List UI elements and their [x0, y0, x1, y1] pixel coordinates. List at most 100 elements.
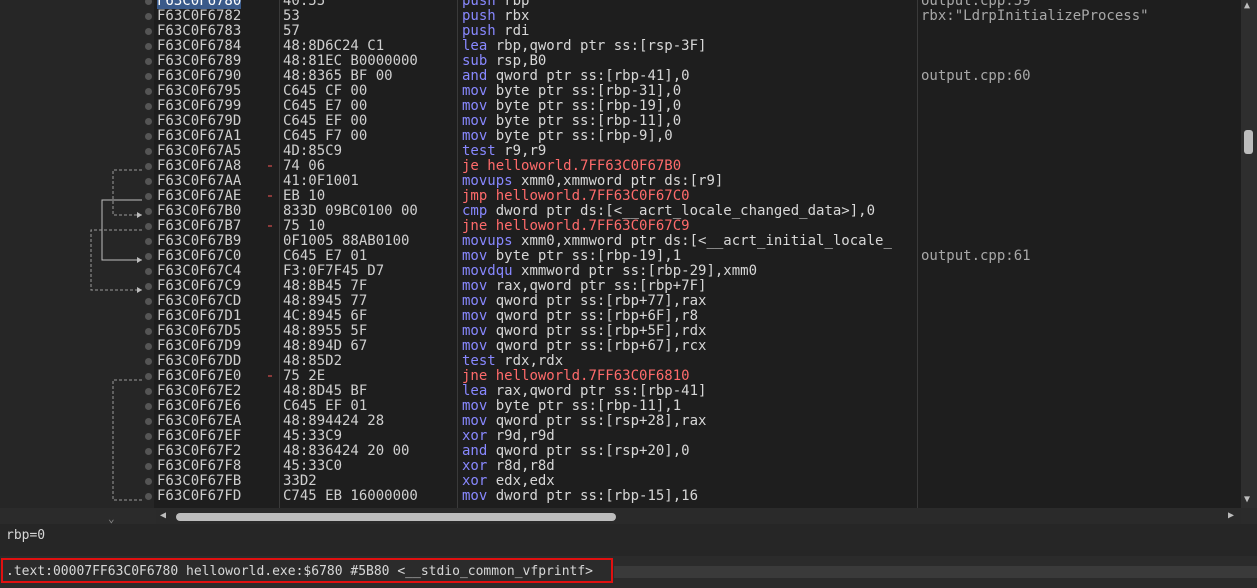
horizontal-scrollbar-thumb[interactable]	[176, 513, 616, 521]
breakpoint-dot-icon[interactable]	[145, 268, 152, 275]
instruction-address: F63C0F67AE	[157, 188, 242, 204]
breakpoint-dot-icon[interactable]	[145, 178, 152, 185]
instruction-row[interactable]: F63C0F6789 48:81EC B0000000 sub rsp,B0	[0, 54, 1240, 69]
breakpoint-dot-icon[interactable]	[145, 163, 152, 170]
instruction-row[interactable]: F63C0F67B7 75 10 jne helloworld.7FF63C0F67…	[0, 219, 1240, 234]
instruction-row[interactable]: F63C0F679D C645 EF 00 mov byte ptr ss:[rbp…	[0, 114, 1240, 129]
breakpoint-dot-icon[interactable]	[145, 193, 152, 200]
instruction-mnemonic: lea	[462, 38, 488, 54]
instruction-bytes: EB 10	[283, 188, 326, 204]
instruction-row[interactable]: F63C0F67AE EB 10 jmp helloworld.7FF63C0F67…	[0, 189, 1240, 204]
instruction-row[interactable]: F63C0F67D9 48:894D 67 mov qword ptr ss:[rb…	[0, 339, 1240, 354]
instruction-operands: byte ptr ss:[rbp-9],0	[495, 128, 673, 144]
breakpoint-dot-icon[interactable]	[145, 88, 152, 95]
instruction-row[interactable]: F63C0F6795 C645 CF 00 mov byte ptr ss:[rbp…	[0, 84, 1240, 99]
breakpoint-dot-icon[interactable]	[145, 103, 152, 110]
breakpoint-dot-icon[interactable]	[145, 343, 152, 350]
instruction-row[interactable]: F63C0F67D5 48:8955 5F mov qword ptr ss:[rb…	[0, 324, 1240, 339]
breakpoint-dot-icon[interactable]	[145, 283, 152, 290]
breakpoint-dot-icon[interactable]	[145, 418, 152, 425]
jump-marker-icon	[268, 375, 272, 377]
instruction-text: and qword ptr ss:[rsp+20],0	[462, 444, 690, 459]
instruction-mnemonic: lea	[462, 383, 488, 399]
breakpoint-dot-icon[interactable]	[145, 73, 152, 80]
instruction-row[interactable]: F63C0F67CD 48:8945 77 mov qword ptr ss:[rb…	[0, 294, 1240, 309]
vertical-scrollbar-thumb[interactable]	[1244, 130, 1253, 154]
instruction-row[interactable]: F63C0F67D1 4C:8945 6F mov qword ptr ss:[rb…	[0, 309, 1240, 324]
instruction-row[interactable]: F63C0F6790 48:8365 BF 00 and qword ptr ss:…	[0, 69, 1240, 84]
breakpoint-dot-icon[interactable]	[145, 313, 152, 320]
instruction-row[interactable]: F63C0F67E6 C645 EF 01 mov byte ptr ss:[rbp…	[0, 399, 1240, 414]
instruction-mnemonic: mov	[462, 323, 488, 339]
instruction-row[interactable]: F63C0F67A1 C645 F7 00 mov byte ptr ss:[rbp…	[0, 129, 1240, 144]
breakpoint-dot-icon[interactable]	[145, 403, 152, 410]
instruction-row[interactable]: F63C0F67B0 833D 09BC0100 00 cmp dword ptr …	[0, 204, 1240, 219]
instruction-operands: qword ptr ss:[rbp+5F],rdx	[495, 323, 707, 339]
breakpoint-dot-icon[interactable]	[145, 238, 152, 245]
instruction-bytes: C645 F7 00	[283, 128, 368, 144]
breakpoint-dot-icon[interactable]	[145, 373, 152, 380]
instruction-row[interactable]: F63C0F67EA 48:894424 28 mov qword ptr ss:[…	[0, 414, 1240, 429]
instruction-row[interactable]: F63C0F67A8 74 06 je helloworld.7FF63C0F67B…	[0, 159, 1240, 174]
breakpoint-dot-icon[interactable]	[145, 298, 152, 305]
instruction-row[interactable]: F63C0F67C0 C645 E7 01 mov byte ptr ss:[rbp…	[0, 249, 1240, 264]
instruction-address: F63C0F67F2	[157, 443, 242, 459]
instruction-bytes: 45:33C0	[283, 458, 343, 474]
instruction-bytes: 48:81EC B0000000	[283, 53, 418, 69]
instruction-mnemonic: mov	[462, 308, 488, 324]
breakpoint-dot-icon[interactable]	[145, 388, 152, 395]
instruction-row[interactable]: F63C0F67AA 41:0F1001 movups xmm0,xmmword p…	[0, 174, 1240, 189]
instruction-address: F63C0F67DD	[157, 353, 242, 369]
breakpoint-dot-icon[interactable]	[145, 13, 152, 20]
breakpoint-dot-icon[interactable]	[145, 223, 152, 230]
instruction-row[interactable]: F63C0F6799 C645 E7 00 mov byte ptr ss:[rbp…	[0, 99, 1240, 114]
vertical-scrollbar[interactable]	[1241, 0, 1257, 508]
breakpoint-dot-icon[interactable]	[145, 118, 152, 125]
info-panel-text: rbp=0	[6, 528, 46, 543]
instruction-row[interactable]: F63C0F67F2 48:836424 20 00 and qword ptr s…	[0, 444, 1240, 459]
instruction-row[interactable]: F63C0F67FB 33D2 xor edx,edx	[0, 474, 1240, 489]
instruction-row[interactable]: F63C0F67FD C745 EB 16000000 mov dword ptr …	[0, 489, 1240, 504]
breakpoint-dot-icon[interactable]	[145, 463, 152, 470]
breakpoint-dot-icon[interactable]	[145, 433, 152, 440]
scroll-left-arrow-icon[interactable]: ◀	[160, 510, 166, 521]
breakpoint-dot-icon[interactable]	[145, 358, 152, 365]
scroll-up-arrow-icon[interactable]: ▲	[1244, 0, 1250, 11]
instruction-row[interactable]: F63C0F6783 57 push rdi	[0, 24, 1240, 39]
instruction-row[interactable]: F63C0F67E0 75 2E jne helloworld.7FF63C0F68…	[0, 369, 1240, 384]
instruction-address: F63C0F67A5	[157, 143, 242, 159]
breakpoint-dot-icon[interactable]	[145, 478, 152, 485]
instruction-row[interactable]: F63C0F6782 53 push rbx rbx:"LdrpInitializeP…	[0, 9, 1240, 24]
breakpoint-dot-icon[interactable]	[145, 208, 152, 215]
instruction-row[interactable]: F63C0F67DD 48:85D2 test rdx,rdx	[0, 354, 1240, 369]
instruction-address: F63C0F67C4	[157, 263, 242, 279]
instruction-text: mov qword ptr ss:[rbp+6F],r8	[462, 309, 698, 324]
breakpoint-dot-icon[interactable]	[145, 493, 152, 500]
disassembly-view[interactable]: F63C0F6780 40:55 push rbp output.cpp:59 F63C…	[0, 0, 1257, 508]
instruction-row[interactable]: F63C0F67EF 45:33C9 xor r9d,r9d	[0, 429, 1240, 444]
breakpoint-dot-icon[interactable]	[145, 148, 152, 155]
instruction-address: F63C0F67E6	[157, 398, 242, 414]
breakpoint-dot-icon[interactable]	[145, 133, 152, 140]
breakpoint-dot-icon[interactable]	[145, 448, 152, 455]
breakpoint-dot-icon[interactable]	[145, 328, 152, 335]
breakpoint-dot-icon[interactable]	[145, 43, 152, 50]
breakpoint-dot-icon[interactable]	[145, 58, 152, 65]
breakpoint-dot-icon[interactable]	[145, 28, 152, 35]
instruction-mnemonic: test	[462, 143, 496, 159]
instruction-address: F63C0F67D9	[157, 338, 242, 354]
instruction-row[interactable]: F63C0F67C9 48:8B45 7F mov rax,qword ptr ss…	[0, 279, 1240, 294]
breakpoint-dot-icon[interactable]	[145, 253, 152, 260]
instruction-bytes: 48:8955 5F	[283, 323, 368, 339]
instruction-row[interactable]: F63C0F67E2 48:8D45 BF lea rax,qword ptr ss…	[0, 384, 1240, 399]
instruction-operands: rbx	[504, 8, 530, 24]
instruction-row[interactable]: F63C0F67F8 45:33C0 xor r8d,r8d	[0, 459, 1240, 474]
instruction-row[interactable]: F63C0F67C4 F3:0F7F45 D7 movdqu xmmword ptr…	[0, 264, 1240, 279]
instruction-row[interactable]: F63C0F6784 48:8D6C24 C1 lea rbp,qword ptr …	[0, 39, 1240, 54]
instruction-operands: qword ptr ss:[rbp+6F],r8	[495, 308, 699, 324]
instruction-row[interactable]: F63C0F67A5 4D:85C9 test r9,r9	[0, 144, 1240, 159]
instruction-row[interactable]: F63C0F67B9 0F1005 88AB0100 movups xmm0,xmm…	[0, 234, 1240, 249]
breakpoint-dot-icon[interactable]	[145, 0, 152, 5]
scroll-down-arrow-icon[interactable]: ▼	[1244, 494, 1250, 505]
scroll-right-arrow-icon[interactable]: ▶	[1228, 510, 1234, 521]
